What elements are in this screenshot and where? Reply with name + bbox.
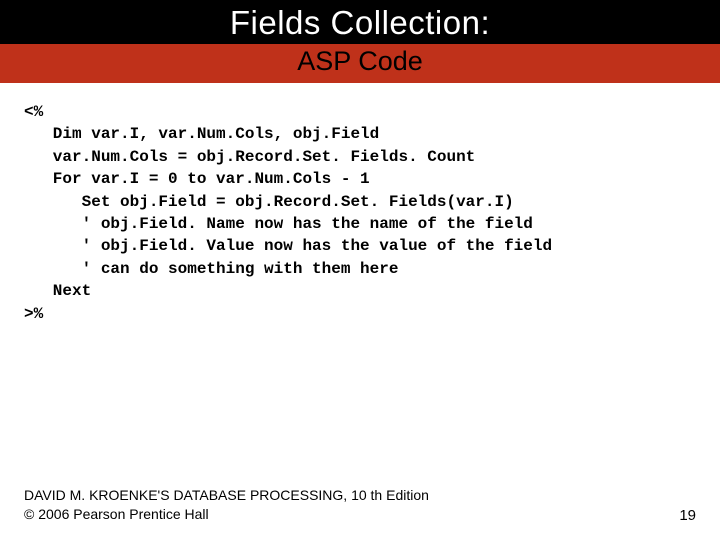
footer-line-2: © 2006 Pearson Prentice Hall xyxy=(24,505,429,524)
code-line: ' obj.Field. Name now has the name of th… xyxy=(24,215,533,233)
code-line: >% xyxy=(24,305,43,323)
code-line: <% xyxy=(24,103,43,121)
code-line: Dim var.I, var.Num.Cols, obj.Field xyxy=(24,125,379,143)
page-number: 19 xyxy=(679,507,696,524)
footer-credit: DAVID M. KROENKE'S DATABASE PROCESSING, … xyxy=(24,486,429,524)
title-inner: Fields Collection: xyxy=(0,0,720,44)
code-line: For var.I = 0 to var.Num.Cols - 1 xyxy=(24,170,370,188)
footer-line-1: DAVID M. KROENKE'S DATABASE PROCESSING, … xyxy=(24,486,429,505)
code-line: Set obj.Field = obj.Record.Set. Fields(v… xyxy=(24,193,514,211)
slide-title: Fields Collection: xyxy=(0,4,720,42)
code-line: Next xyxy=(24,282,91,300)
slide-subtitle: ASP Code xyxy=(0,46,720,77)
code-line: ' can do something with them here xyxy=(24,260,398,278)
title-band: Fields Collection: ASP Code xyxy=(0,0,720,83)
code-block: <% Dim var.I, var.Num.Cols, obj.Field va… xyxy=(0,83,720,325)
code-line: ' obj.Field. Value now has the value of … xyxy=(24,237,552,255)
subtitle-wrap: ASP Code xyxy=(0,44,720,83)
code-line: var.Num.Cols = obj.Record.Set. Fields. C… xyxy=(24,148,475,166)
footer: DAVID M. KROENKE'S DATABASE PROCESSING, … xyxy=(24,486,696,524)
